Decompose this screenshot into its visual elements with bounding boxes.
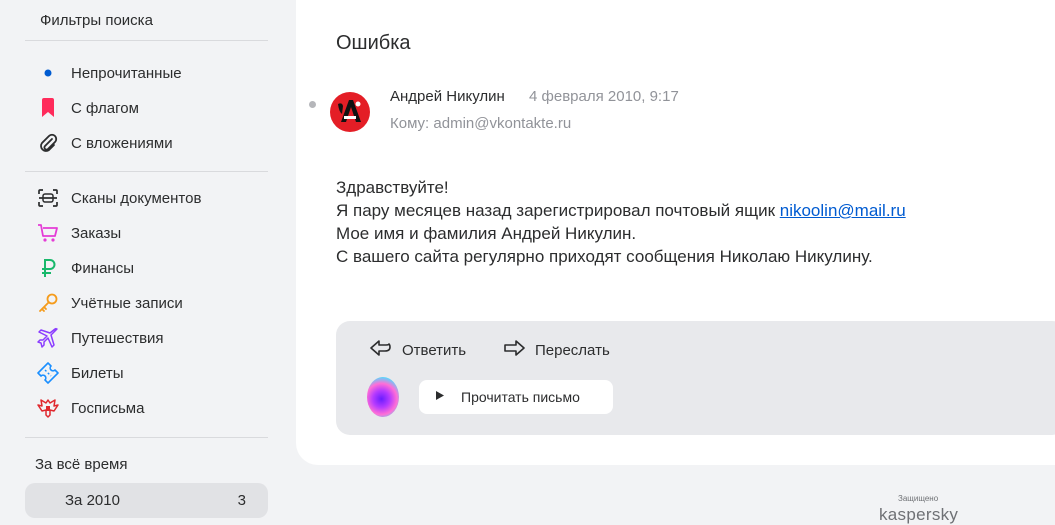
- key-icon: [25, 293, 71, 313]
- voice-assistant-orb[interactable]: [367, 377, 399, 417]
- category-label: Заказы: [71, 224, 122, 242]
- reply-label: Ответить: [402, 341, 467, 359]
- category-tickets[interactable]: Билеты: [25, 356, 268, 390]
- body-text-segment: Я пару месяцев назад зарегистрировал поч…: [336, 201, 780, 220]
- category-label: Финансы: [71, 259, 134, 277]
- filter-flagged[interactable]: С флагом: [25, 91, 268, 125]
- plane-icon: [25, 327, 71, 349]
- divider: [25, 437, 268, 438]
- category-label: Путешествия: [71, 329, 164, 347]
- filter-label: С вложениями: [71, 134, 173, 152]
- category-orders[interactable]: Заказы: [25, 216, 268, 250]
- category-label: Госписьма: [71, 399, 145, 417]
- body-line: Мое имя и фамилия Андрей Никулин.: [336, 224, 637, 243]
- category-gov-letters[interactable]: Госписьма: [25, 391, 268, 425]
- letter-actions-panel: Ответить Переслать Прочитать письмо: [336, 321, 1055, 435]
- period-heading: За всё время: [35, 456, 128, 473]
- letter-view: Ошибка Андрей Никулин 4 февраля 2010, 9:…: [296, 0, 1055, 465]
- category-label: Билеты: [71, 364, 124, 382]
- play-icon: [435, 388, 445, 406]
- period-item-label: За 2010: [65, 492, 120, 509]
- email-link[interactable]: nikoolin@mail.ru: [780, 201, 906, 220]
- category-label: Сканы документов: [71, 189, 202, 207]
- filter-label: Непрочитанные: [71, 64, 182, 82]
- letter-date: 4 февраля 2010, 9:17: [529, 88, 679, 105]
- kaspersky-logo[interactable]: kaspersky: [879, 505, 958, 525]
- filters-heading: Фильтры поиска: [40, 12, 153, 29]
- letter-body: Здравствуйте! Я пару месяцев назад зарег…: [336, 176, 906, 268]
- read-letter-label: Прочитать письмо: [461, 389, 580, 405]
- emblem-icon: [25, 398, 71, 418]
- forward-arrow-icon: [503, 339, 525, 362]
- read-letter-button[interactable]: Прочитать письмо: [419, 380, 613, 414]
- forward-label: Переслать: [535, 341, 610, 359]
- sender-name[interactable]: Андрей Никулин: [390, 88, 505, 105]
- filter-attachments[interactable]: С вложениями: [25, 126, 268, 160]
- ruble-icon: [25, 258, 71, 278]
- avatar[interactable]: [330, 92, 370, 132]
- category-finance[interactable]: Финансы: [25, 251, 268, 285]
- category-accounts[interactable]: Учётные записи: [25, 286, 268, 320]
- period-item-count: 3: [237, 492, 246, 509]
- paperclip-icon: [25, 133, 71, 153]
- flag-icon: [25, 98, 71, 118]
- category-travel[interactable]: Путешествия: [25, 321, 268, 355]
- reply-arrow-icon: [370, 339, 392, 362]
- category-label: Учётные записи: [71, 294, 183, 312]
- filter-unread[interactable]: Непрочитанные: [25, 56, 268, 90]
- body-line: Здравствуйте!: [336, 178, 449, 197]
- read-status-toggle[interactable]: [309, 101, 316, 108]
- forward-button[interactable]: Переслать: [503, 338, 610, 362]
- unread-dot-icon: [25, 68, 71, 78]
- body-line: Я пару месяцев назад зарегистрировал поч…: [336, 199, 906, 222]
- divider: [25, 171, 268, 172]
- reply-button[interactable]: Ответить: [370, 338, 466, 362]
- scan-icon: [25, 189, 71, 207]
- recipient-line: Кому: admin@vkontakte.ru: [390, 115, 572, 132]
- category-scans[interactable]: Сканы документов: [25, 181, 268, 215]
- sidebar: Фильтры поиска Непрочитанные С флагом С …: [0, 0, 296, 525]
- ticket-icon: [25, 362, 71, 384]
- body-line: С вашего сайта регулярно приходят сообще…: [336, 247, 873, 266]
- period-item-2010[interactable]: За 2010 3: [25, 483, 268, 518]
- protection-label: Защищено: [898, 494, 939, 503]
- cart-icon: [25, 223, 71, 243]
- letter-subject: Ошибка: [336, 32, 411, 54]
- filter-label: С флагом: [71, 99, 139, 117]
- divider: [25, 40, 268, 41]
